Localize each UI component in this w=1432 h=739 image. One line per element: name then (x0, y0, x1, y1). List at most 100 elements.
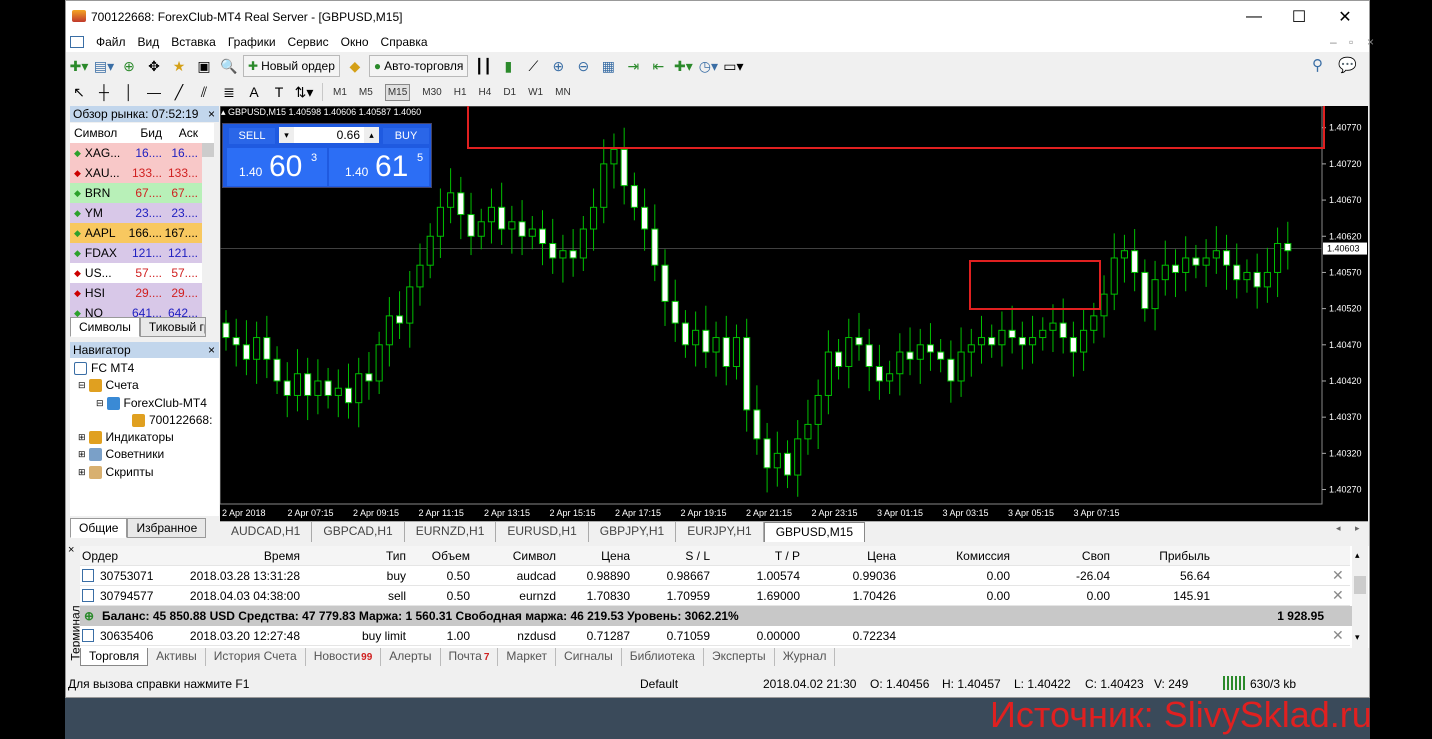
tf-mn[interactable]: MN (555, 87, 571, 98)
menu-help[interactable]: Справка (381, 35, 428, 49)
market-watch-row[interactable]: ◆ BRN 67.... 67.... (70, 183, 202, 203)
market-watch-row[interactable]: ◆ AAPL 166.... 167.... (70, 223, 202, 243)
close-order-icon[interactable]: ✕ (1332, 627, 1344, 644)
menu-tools[interactable]: Сервис (288, 35, 329, 49)
pending-order-row[interactable]: 30635406 2018.03.20 12:27:48 buy limit 1.00… (80, 626, 1350, 646)
chart-tab[interactable]: GBPCAD,H1 (312, 522, 405, 542)
order-row[interactable]: 30794577 2018.04.03 04:38:00 sell 0.50 eurnz… (80, 586, 1350, 606)
mdi-close-icon[interactable]: × (1367, 35, 1374, 49)
market-watch-row[interactable]: ◆ NQ 641... 642... (70, 303, 202, 317)
chart-tab[interactable]: AUDCAD,H1 (220, 522, 313, 542)
tf-d1[interactable]: D1 (503, 87, 516, 98)
terminal-scrollbar[interactable]: ▴ ▾ (1352, 546, 1368, 650)
navigator-icon[interactable]: ★ (168, 55, 190, 77)
market-watch-close-icon[interactable]: × (208, 106, 215, 122)
menu-insert[interactable]: Вставка (171, 35, 216, 49)
chart-tab[interactable]: EURJPY,H1 (676, 522, 764, 542)
indicators-icon[interactable]: ✚▾ (672, 55, 694, 77)
nav-experts[interactable]: ⊞ Советники (78, 447, 164, 461)
menu-window[interactable]: Окно (341, 35, 369, 49)
terminal-close-icon[interactable]: × (68, 544, 74, 556)
terminal-col[interactable]: Ордер (82, 549, 142, 563)
annotation-rectangle[interactable] (467, 106, 1325, 149)
candlestick-icon[interactable]: ▮ (497, 55, 519, 77)
auto-trading-button[interactable]: ● Авто-торговля (368, 55, 469, 77)
tab-favorites[interactable]: Избранное (127, 518, 207, 538)
bar-chart-icon[interactable]: ┃┃ (472, 55, 494, 77)
tf-h4[interactable]: H4 (479, 87, 492, 98)
terminal-tab[interactable]: Маркет (498, 648, 557, 666)
market-watch-row[interactable]: ◆ XAU... 133... 133... (70, 163, 202, 183)
chart-tab[interactable]: GBPUSD,M15 (763, 522, 866, 542)
minimize-button[interactable]: — (1231, 1, 1277, 32)
terminal-col[interactable]: Цена (560, 549, 630, 563)
search-icon[interactable]: ⚲ (1312, 56, 1323, 74)
nav-indicators[interactable]: ⊞ Индикаторы (78, 430, 174, 444)
arrows-icon[interactable]: ⇅▾ (293, 81, 315, 103)
data-window-icon[interactable]: ✥ (143, 55, 165, 77)
periods-icon[interactable]: ◷▾ (697, 55, 719, 77)
chat-icon[interactable]: 💬 (1338, 56, 1357, 74)
strategy-tester-icon[interactable]: 🔍 (218, 55, 240, 77)
terminal-tab[interactable]: Библиотека (622, 648, 704, 666)
tab-symbols[interactable]: Символы (70, 317, 140, 337)
maximize-button[interactable]: ☐ (1276, 1, 1322, 32)
horizontal-line-icon[interactable]: — (143, 81, 165, 103)
nav-server[interactable]: ⊟ ForexClub-MT4 (96, 396, 207, 410)
volume-up-icon[interactable]: ▴ (364, 127, 379, 143)
col-ask[interactable]: Аск (162, 126, 198, 140)
buy-button[interactable]: BUY (383, 128, 429, 144)
mdi-minimize-icon[interactable]: – (1330, 35, 1337, 49)
terminal-col[interactable]: Цена (816, 549, 896, 563)
close-order-icon[interactable]: ✕ (1332, 567, 1344, 584)
terminal-col[interactable]: T / P (720, 549, 800, 563)
tf-w1[interactable]: W1 (528, 87, 543, 98)
chart-shift-icon[interactable]: ⇤ (647, 55, 669, 77)
tile-windows-icon[interactable]: ▦ (597, 55, 619, 77)
text-label-icon[interactable]: T (268, 81, 290, 103)
menu-charts[interactable]: Графики (228, 35, 276, 49)
market-watch-row[interactable]: ◆ HSI 29.... 29.... (70, 283, 202, 303)
trendline-icon[interactable]: ╱ (168, 81, 190, 103)
annotation-rectangle[interactable] (969, 260, 1101, 310)
sell-price[interactable]: 1.40 60 3 (227, 148, 327, 186)
terminal-col[interactable]: Время (150, 549, 300, 563)
terminal-tab[interactable]: Почта 7 (441, 648, 499, 666)
chart-area[interactable]: 1.40770 1.40720 1.40670 1.40620 1.40570 1.405… (220, 106, 1368, 521)
buy-price[interactable]: 1.40 61 5 (329, 148, 429, 186)
terminal-tab[interactable]: Алерты (381, 648, 441, 666)
tabs-right-icon[interactable]: ▸ (1355, 523, 1360, 534)
terminal-col[interactable]: Прибыль (1120, 549, 1210, 563)
chart-tab[interactable]: EURUSD,H1 (496, 522, 589, 542)
tf-h1[interactable]: H1 (454, 87, 467, 98)
zoom-out-icon[interactable]: ⊖ (572, 55, 594, 77)
close-button[interactable]: ✕ (1322, 1, 1368, 32)
terminal-col[interactable]: Комиссия (910, 549, 1010, 563)
market-watch-scrollbar[interactable] (202, 143, 214, 317)
close-order-icon[interactable]: ✕ (1332, 587, 1344, 604)
terminal-tab[interactable]: История Счета (206, 648, 306, 666)
terminal-tab[interactable]: Новости99 (306, 648, 382, 666)
market-watch-row[interactable]: ◆ YM 23.... 23.... (70, 203, 202, 223)
terminal-col[interactable]: Объем (410, 549, 470, 563)
nav-scripts[interactable]: ⊞ Скрипты (78, 465, 153, 479)
new-order-button[interactable]: ✚ Новый ордер (243, 55, 340, 77)
templates-icon[interactable]: ▭▾ (722, 55, 744, 77)
zoom-in-icon[interactable]: ⊕ (547, 55, 569, 77)
volume-input[interactable]: 0.66 (294, 127, 364, 143)
chart-tab[interactable]: EURNZD,H1 (405, 522, 497, 542)
tf-m5[interactable]: M5 (359, 87, 373, 98)
fibonacci-icon[interactable]: ≣ (218, 81, 240, 103)
crosshair-icon[interactable]: ┼ (93, 81, 115, 103)
mdi-restore-icon[interactable]: ▫ (1349, 35, 1353, 49)
text-icon[interactable]: A (243, 81, 265, 103)
vertical-line-icon[interactable]: │ (118, 81, 140, 103)
sell-button[interactable]: SELL (229, 128, 275, 144)
new-chart-icon[interactable]: ✚▾ (68, 55, 90, 77)
chart-tab[interactable]: GBPJPY,H1 (589, 522, 677, 542)
nav-accounts[interactable]: ⊟ Счета (78, 378, 139, 392)
channel-icon[interactable]: ⫽ (193, 81, 215, 103)
terminal-col[interactable]: S / L (640, 549, 710, 563)
terminal-tab[interactable]: Торговля (80, 648, 149, 666)
line-chart-icon[interactable]: ⟋ (522, 55, 544, 77)
